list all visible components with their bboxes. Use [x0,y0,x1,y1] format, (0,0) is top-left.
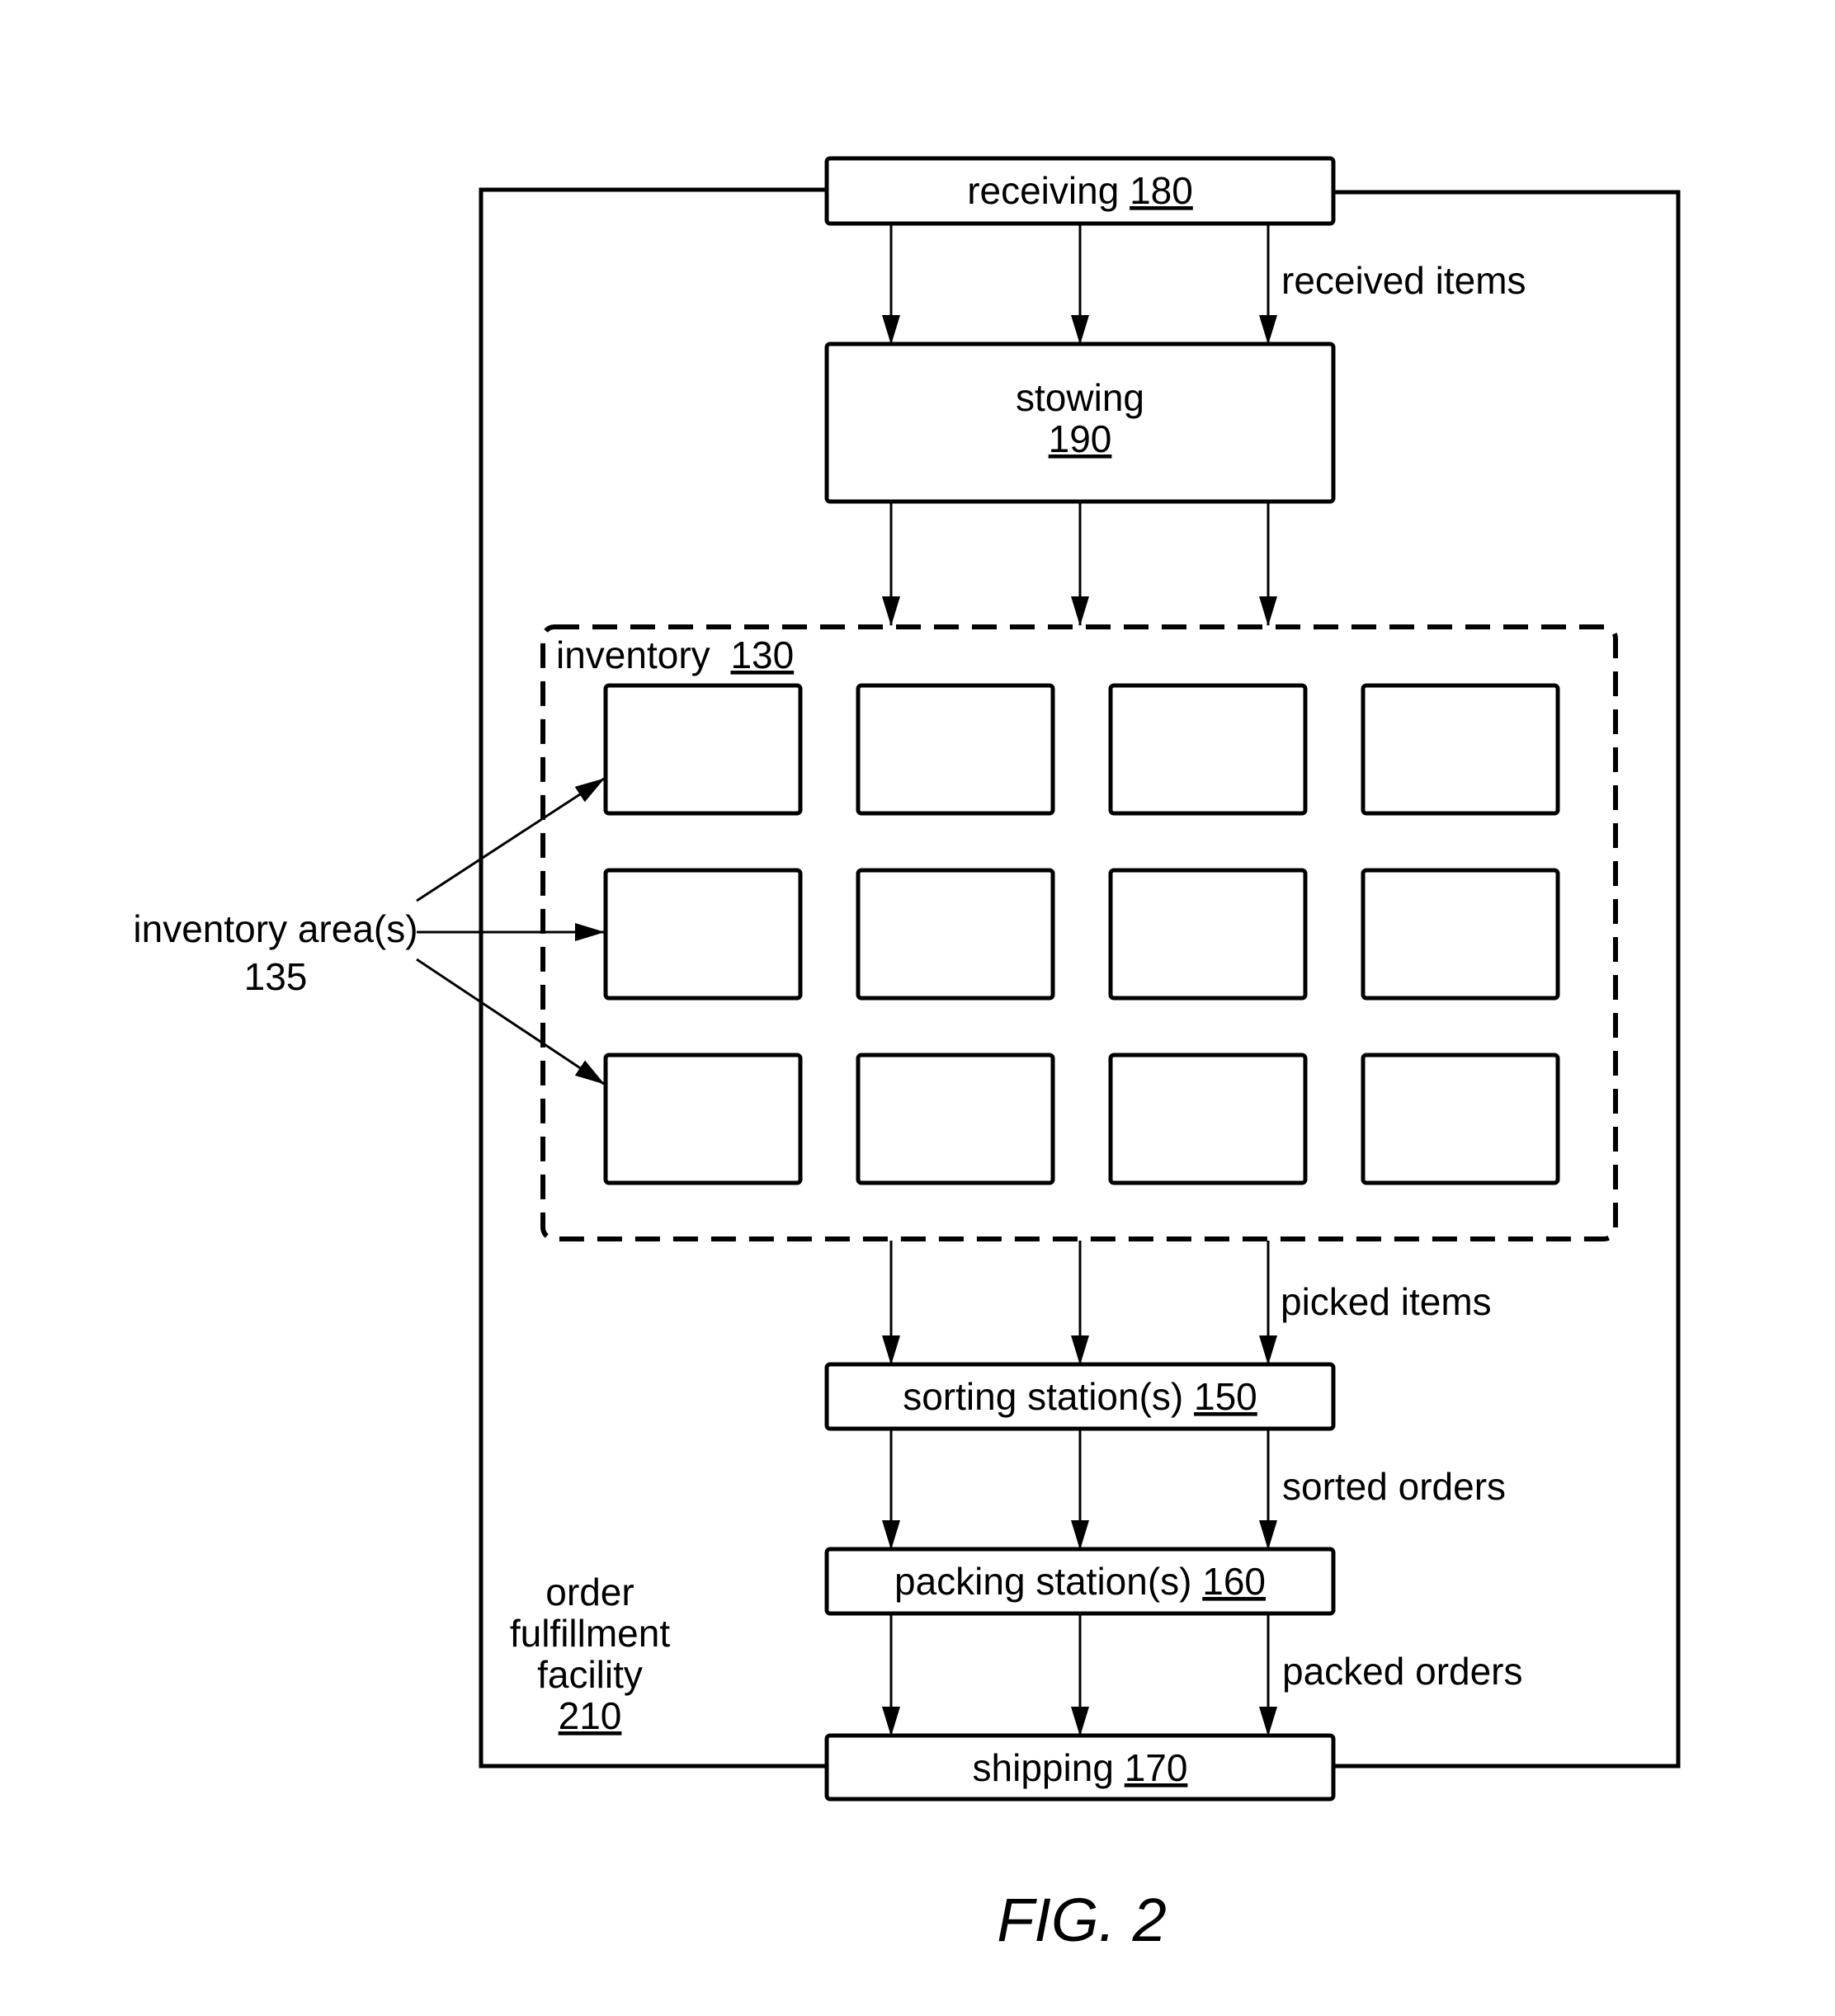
facility-label: order fulfillment facility 210 [510,1571,671,1737]
receiving-label: receiving [967,169,1119,212]
facility-line: facility [537,1653,643,1696]
receiving-ref: 180 [1130,169,1193,212]
inventory-area-box[interactable] [603,683,803,816]
picked-items-label: picked items [1281,1280,1492,1323]
inventory-area-box[interactable] [856,1053,1055,1185]
stow-arrows [882,503,1277,626]
received-items-arrows [882,225,1277,345]
inventory-areas-callout-arrows [416,777,605,1086]
inventory-area-box[interactable] [1108,868,1308,1001]
figure-label: FIG. 2 [997,1886,1167,1954]
callout-arrow [416,958,605,1086]
inventory-area-box[interactable] [1108,683,1308,816]
inventory-area-grid [603,683,1560,1185]
packed-orders-label: packed orders [1282,1650,1523,1693]
svg-text:packing station(s) 160: packing station(s) 160 [894,1560,1266,1603]
svg-text:shipping 170: shipping 170 [973,1746,1188,1789]
sorting-station-box[interactable]: sorting station(s) 150 [824,1362,1336,1431]
svg-text:inventory 130: inventory 130 [556,634,794,676]
stowing-label: stowing [1016,376,1144,419]
shipping-ref: 170 [1125,1746,1188,1789]
stowing-ref: 190 [1049,417,1112,460]
inventory-areas-label: inventory area(s) [133,907,417,950]
shipping-box[interactable]: shipping 170 [824,1733,1336,1802]
sorting-ref: 150 [1194,1375,1257,1418]
stowing-box[interactable]: stowing 190 [824,341,1336,504]
packing-ref: 160 [1202,1560,1266,1603]
inventory-area-box[interactable] [1108,1053,1308,1185]
receiving-box[interactable]: receiving 180 [824,156,1336,226]
inventory-area-box[interactable] [1361,683,1560,816]
inventory-area-box[interactable] [603,868,803,1001]
callout-arrow [416,777,605,902]
sorted-orders-label: sorted orders [1282,1465,1506,1508]
facility-line: fulfillment [510,1612,671,1655]
facility-line: order [545,1571,634,1613]
svg-text:receiving 180: receiving 180 [967,169,1193,212]
packed-orders-arrows [882,1615,1277,1736]
packing-station-box[interactable]: packing station(s) 160 [824,1547,1336,1616]
packing-label: packing station(s) [894,1560,1192,1603]
inventory-area-box[interactable] [856,868,1055,1001]
received-items-label: received items [1281,259,1526,302]
inventory-ref: 130 [730,634,794,676]
sorted-orders-arrows [882,1430,1277,1550]
inventory-area-box[interactable] [1361,868,1560,1001]
inventory-label: inventory [556,634,710,676]
inventory-area-box[interactable] [856,683,1055,816]
svg-text:sorting station(s) 150: sorting station(s) 150 [903,1375,1257,1418]
inventory-area-box[interactable] [1361,1053,1560,1185]
shipping-label: shipping [973,1746,1114,1789]
facility-ref: 210 [559,1694,622,1737]
inventory-area-box[interactable] [603,1053,803,1185]
sorting-label: sorting station(s) [903,1375,1183,1418]
picked-items-arrows [882,1241,1277,1365]
fulfillment-diagram: receiving 180 received items stowing 190… [133,156,1681,1954]
inventory-areas-ref: 135 [244,955,308,998]
